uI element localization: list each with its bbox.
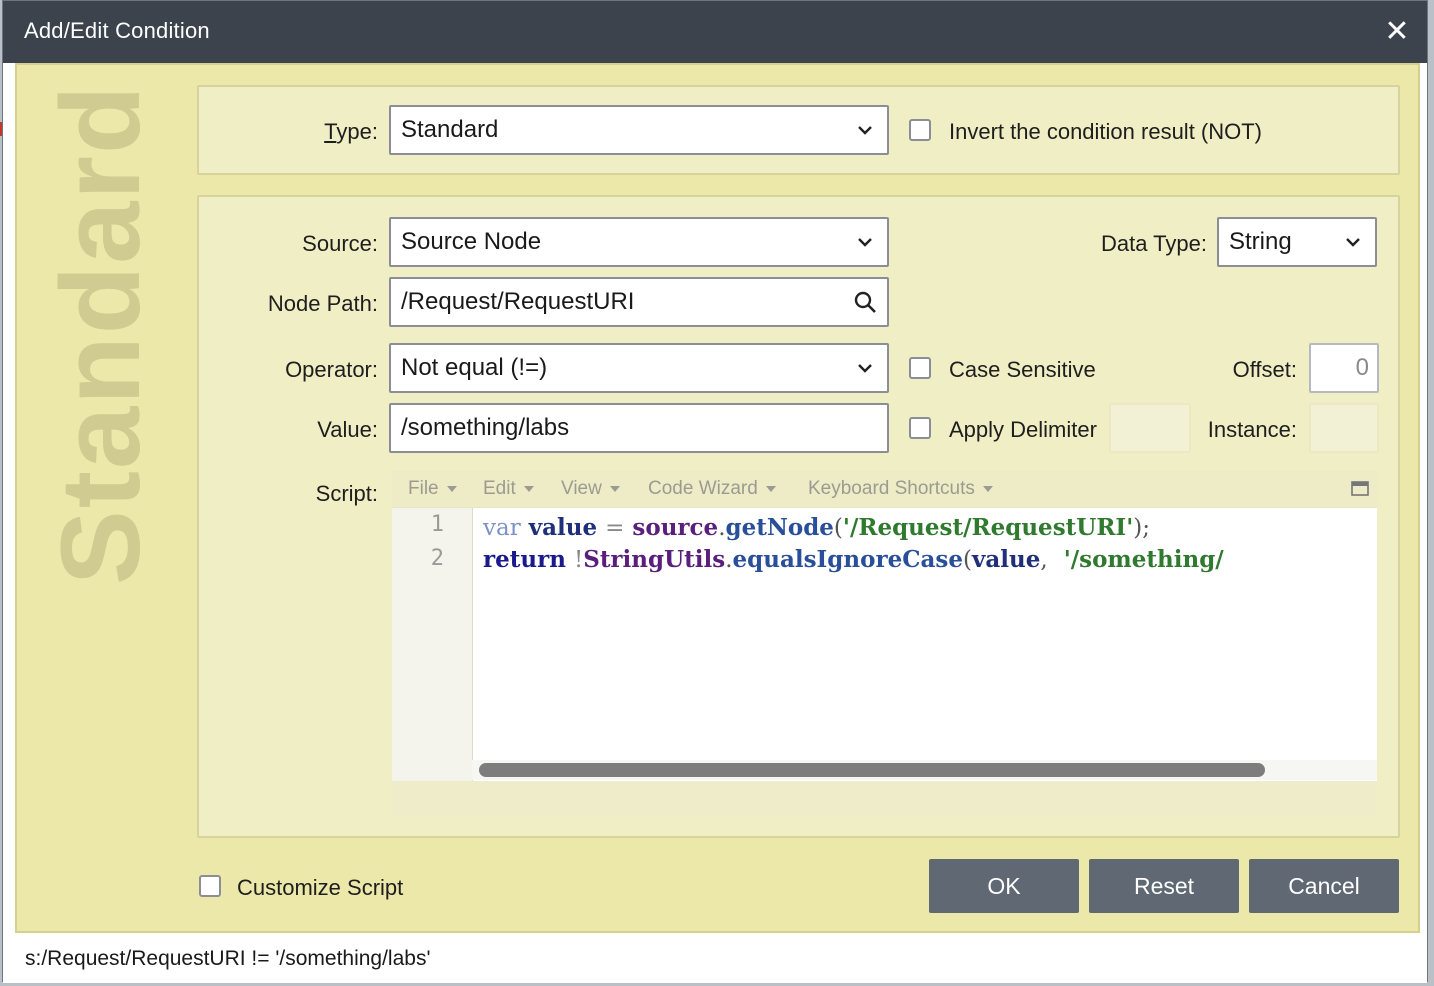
value-input-value: /something/labs	[401, 414, 570, 441]
code-editor[interactable]: 1 2 var value = source.getNode('/Request…	[392, 507, 1377, 782]
type-select[interactable]: Standard	[389, 105, 889, 155]
cancel-button[interactable]: Cancel	[1249, 859, 1399, 913]
value-label: Value:	[317, 417, 378, 442]
line-number: 1	[430, 512, 444, 537]
case-sensitive-checkbox[interactable]	[909, 357, 931, 379]
source-label: Source:	[302, 231, 378, 256]
operator-select-value: Not equal (!=)	[401, 354, 548, 381]
type-label: Type:	[324, 119, 378, 144]
type-label-rest: ype:	[336, 119, 378, 144]
menu-edit[interactable]: Edit	[483, 478, 534, 500]
script-menubar: File Edit View Code Wizard Keyboard Shor…	[392, 471, 1377, 507]
data-type-select[interactable]: String	[1217, 217, 1377, 267]
dialog-titlebar[interactable]: Add/Edit Condition ✕	[3, 1, 1427, 63]
operator-select[interactable]: Not equal (!=)	[389, 343, 889, 393]
dialog-title: Add/Edit Condition	[24, 18, 210, 43]
data-type-label: Data Type:	[1101, 231, 1207, 256]
source-select[interactable]: Source Node	[389, 217, 889, 267]
menu-view[interactable]: View	[561, 478, 620, 500]
apply-delimiter-label: Apply Delimiter	[949, 417, 1097, 442]
case-sensitive-label: Case Sensitive	[949, 357, 1096, 382]
script-editor: File Edit View Code Wizard Keyboard Shor…	[392, 471, 1377, 815]
chevron-down-icon	[1346, 238, 1360, 247]
menu-file[interactable]: File	[408, 478, 457, 500]
caret-down-icon	[982, 485, 993, 492]
line-number: 2	[430, 546, 444, 571]
condition-expression: s:/Request/RequestURI != '/something/lab…	[25, 947, 431, 970]
caret-down-icon	[446, 485, 457, 492]
offset-label: Offset:	[1232, 357, 1297, 382]
caret-down-icon	[609, 485, 620, 492]
caret-down-icon	[765, 485, 776, 492]
code-line-2: return !StringUtils.equalsIgnoreCase(val…	[483, 546, 1224, 573]
line-number-gutter: 1 2	[392, 508, 473, 782]
maximize-icon[interactable]	[1351, 481, 1369, 496]
type-select-value: Standard	[401, 116, 499, 143]
ok-button[interactable]: OK	[929, 859, 1079, 913]
instance-label: Instance:	[1207, 417, 1297, 442]
caret-down-icon	[523, 485, 534, 492]
menu-code-wizard[interactable]: Code Wizard	[648, 478, 776, 500]
scrollbar-thumb[interactable]	[479, 763, 1265, 777]
source-select-value: Source Node	[401, 228, 542, 255]
close-icon[interactable]: ✕	[1381, 15, 1413, 48]
value-input[interactable]: /something/labs	[389, 403, 889, 453]
offset-value: 0	[1355, 354, 1369, 381]
invert-checkbox[interactable]	[909, 119, 931, 141]
add-edit-condition-dialog: Add/Edit Condition ✕ Standard Type: Stan…	[2, 0, 1428, 983]
customize-script-checkbox[interactable]	[199, 875, 221, 897]
offset-input[interactable]: 0	[1309, 343, 1379, 393]
node-path-value: /Request/RequestURI	[401, 288, 635, 315]
chevron-down-icon	[858, 126, 872, 135]
chevron-down-icon	[858, 364, 872, 373]
invert-label: Invert the condition result (NOT)	[949, 119, 1263, 144]
reset-button[interactable]: Reset	[1089, 859, 1239, 913]
script-editor-footer	[392, 781, 1377, 815]
menu-keyboard-shortcuts[interactable]: Keyboard Shortcuts	[808, 478, 993, 500]
delimiter-input	[1109, 403, 1191, 453]
node-path-input[interactable]: /Request/RequestURI	[389, 277, 889, 327]
code-line-1: var value = source.getNode('/Request/Req…	[483, 514, 1150, 541]
search-icon[interactable]	[853, 290, 877, 314]
instance-input	[1309, 403, 1379, 453]
script-label: Script:	[315, 481, 378, 506]
customize-script-label: Customize Script	[237, 875, 404, 900]
status-bar: s:/Request/RequestURI != '/something/lab…	[3, 935, 1427, 983]
chevron-down-icon	[858, 238, 872, 247]
horizontal-scrollbar[interactable]	[472, 760, 1377, 780]
apply-delimiter-checkbox[interactable]	[909, 417, 931, 439]
condition-type-watermark: Standard	[38, 83, 163, 585]
node-path-label: Node Path:	[267, 291, 378, 316]
operator-label: Operator:	[285, 357, 378, 382]
data-type-select-value: String	[1229, 228, 1292, 255]
